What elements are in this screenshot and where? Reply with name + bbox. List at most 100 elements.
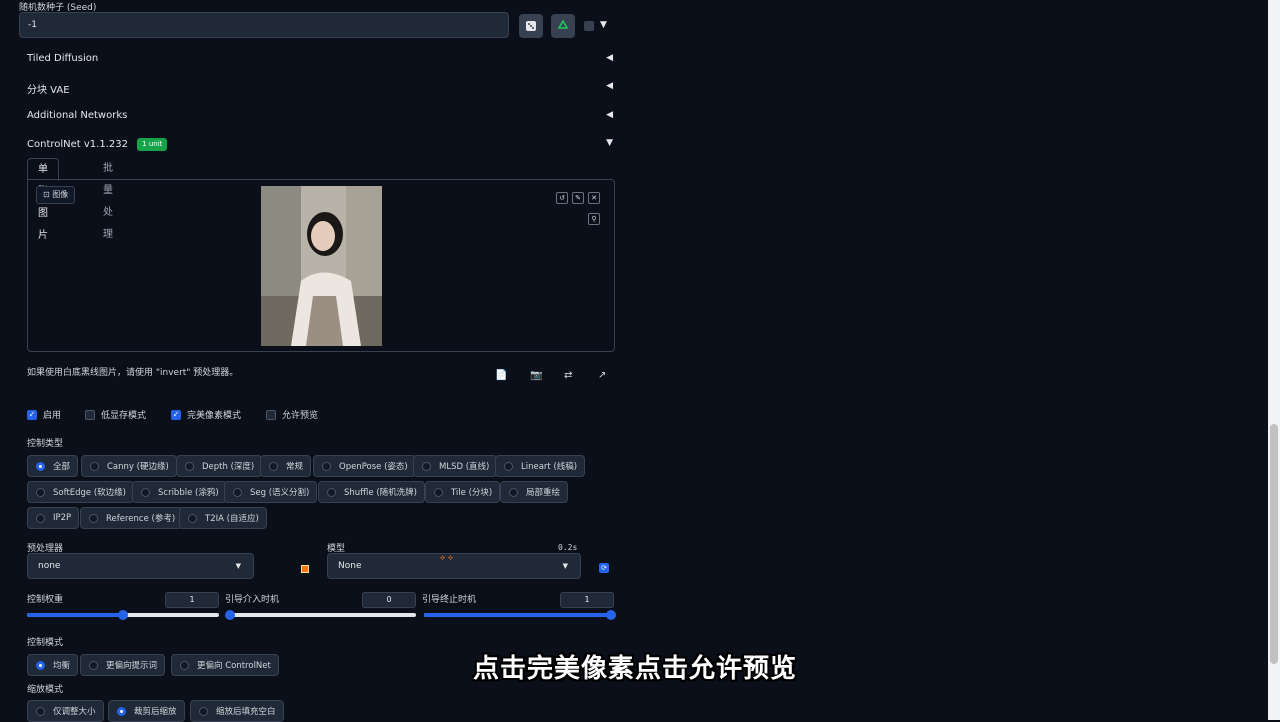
loading-icon: ⟡ ⟡ xyxy=(440,553,454,562)
resize-mode-label: 缩放模式 xyxy=(27,685,64,695)
resize-mode-resize-fill[interactable]: 缩放后填充空白 xyxy=(190,700,284,722)
guidance-start-input[interactable]: 0 xyxy=(362,592,416,608)
control-mode-prompt[interactable]: 更偏向提示词 xyxy=(80,654,166,676)
dice-icon xyxy=(526,21,536,31)
page-scrollbar[interactable] xyxy=(1268,0,1280,720)
recycle-icon xyxy=(557,19,569,29)
swap-icon[interactable]: ⇄ xyxy=(564,370,572,381)
slider-fill xyxy=(27,613,123,617)
control-mode-controlnet[interactable]: 更偏向 ControlNet xyxy=(171,654,279,676)
preprocessor-select[interactable]: none ▼ xyxy=(27,553,254,579)
image-upload-panel[interactable]: ⊡ 图像 ↺ ✎ ✕ ⚲ xyxy=(27,179,615,352)
control-type-seg[interactable]: Seg (语义分割) xyxy=(224,481,318,503)
slider-thumb[interactable] xyxy=(225,610,235,620)
seed-input[interactable]: -1 xyxy=(19,12,509,38)
radio-icon xyxy=(36,706,45,716)
checkbox-checked-icon: ✓ xyxy=(27,409,37,420)
resize-mode-crop-resize[interactable]: 裁剪后缩放 xyxy=(108,700,185,722)
control-type-lineart[interactable]: Lineart (线稿) xyxy=(495,455,586,477)
control-type-reference[interactable]: Reference (参考) xyxy=(80,507,184,529)
invert-hint: 如果使用白底黑线图片，请使用 "invert" 预处理器。 xyxy=(27,368,239,378)
slider-thumb[interactable] xyxy=(606,610,616,620)
run-preprocessor-icon[interactable] xyxy=(301,565,309,573)
accordion-controlnet[interactable]: ControlNet v1.1.232 1 unit ▼ xyxy=(27,138,615,158)
unit-count-badge: 1 unit xyxy=(137,138,168,151)
radio-selected-icon xyxy=(36,660,45,670)
slider-fill xyxy=(424,613,611,617)
camera-icon[interactable]: 📷 xyxy=(530,370,542,381)
radio-icon xyxy=(36,513,45,523)
extra-seed-toggle[interactable]: ▼ xyxy=(600,20,607,30)
send-dimensions-icon[interactable]: ↗ xyxy=(598,370,606,381)
radio-icon xyxy=(434,487,443,497)
control-type-scribble[interactable]: Scribble (涂鸦) xyxy=(132,481,227,503)
control-type-softedge[interactable]: SoftEdge (软边缘) xyxy=(27,481,134,503)
chevron-down-icon: ▼ xyxy=(235,562,241,570)
guidance-start-slider[interactable] xyxy=(225,610,416,620)
radio-icon xyxy=(89,513,98,523)
edit-icon[interactable]: ✎ xyxy=(572,192,584,204)
control-weight-input[interactable]: 1 xyxy=(165,592,219,608)
radio-icon xyxy=(269,461,278,471)
control-type-t2ia[interactable]: T2IA (自适应) xyxy=(179,507,267,529)
control-type-inpaint[interactable]: 局部重绘 xyxy=(500,481,569,503)
accordion-tiled-vae[interactable]: 分块 VAE ◀ xyxy=(27,81,615,101)
control-type-canny[interactable]: Canny (硬边缘) xyxy=(81,455,177,477)
refresh-models-icon[interactable]: ⟳ xyxy=(599,563,609,573)
accordion-tiled-diffusion[interactable]: Tiled Diffusion ◀ xyxy=(27,53,615,73)
controlnet-title: ControlNet v1.1.232 xyxy=(27,139,128,150)
radio-icon xyxy=(233,487,242,497)
accordion-label: Tiled Diffusion xyxy=(27,53,99,64)
radio-icon xyxy=(322,461,331,471)
guidance-end-label: 引导终止时机 xyxy=(422,595,477,605)
radio-icon xyxy=(327,487,336,497)
radio-icon xyxy=(509,487,518,497)
control-weight-slider[interactable] xyxy=(27,610,219,620)
resize-mode-just-resize[interactable]: 仅调整大小 xyxy=(27,700,104,722)
guidance-end-slider[interactable] xyxy=(424,610,616,620)
checkbox-checked-icon: ✓ xyxy=(171,409,181,420)
slider-thumb[interactable] xyxy=(118,610,128,620)
control-type-ip2p[interactable]: IP2P xyxy=(27,507,80,529)
accordion-label: Additional Networks xyxy=(27,110,128,121)
accordion-additional-networks[interactable]: Additional Networks ◀ xyxy=(27,110,615,130)
tab-batch[interactable]: 批量处理 xyxy=(93,158,123,240)
extra-seed-checkbox[interactable] xyxy=(584,21,594,31)
collapse-arrow-icon: ◀ xyxy=(606,110,613,120)
close-icon[interactable]: ✕ xyxy=(588,192,600,204)
control-type-mlsd[interactable]: MLSD (直线) xyxy=(413,455,498,477)
tab-single-image[interactable]: 单张图片 xyxy=(27,158,59,241)
low-vram-checkbox[interactable]: 低显存模式 xyxy=(85,408,146,421)
control-mode-balanced[interactable]: 均衡 xyxy=(27,654,79,676)
reuse-seed-button[interactable] xyxy=(551,14,575,38)
enable-checkbox[interactable]: ✓ 启用 xyxy=(27,408,61,421)
new-canvas-icon[interactable]: 📄 xyxy=(495,370,507,381)
control-type-depth[interactable]: Depth (深度) xyxy=(176,455,263,477)
control-type-all[interactable]: 全部 xyxy=(27,455,79,477)
collapse-arrow-icon: ◀ xyxy=(606,53,613,63)
radio-selected-icon xyxy=(36,461,45,471)
radio-selected-icon xyxy=(117,706,126,716)
radio-icon xyxy=(422,461,431,471)
control-mode-label: 控制模式 xyxy=(27,638,64,648)
radio-icon xyxy=(185,461,194,471)
allow-preview-checkbox[interactable]: 允许预览 xyxy=(266,408,318,421)
control-weight-label: 控制权重 xyxy=(27,595,64,605)
guidance-end-input[interactable]: 1 xyxy=(560,592,614,608)
pixel-perfect-checkbox[interactable]: ✓ 完美像素模式 xyxy=(171,408,241,421)
brush-icon[interactable]: ⚲ xyxy=(588,213,600,225)
timing-label: 0.2s xyxy=(558,543,578,552)
guidance-start-label: 引导介入时机 xyxy=(225,595,280,605)
image-icon: ⊡ xyxy=(43,190,53,199)
control-type-normal[interactable]: 常规 xyxy=(260,455,312,477)
control-type-shuffle[interactable]: Shuffle (随机洗牌) xyxy=(318,481,425,503)
control-type-tile[interactable]: Tile (分块) xyxy=(425,481,501,503)
scrollbar-thumb[interactable] xyxy=(1270,424,1278,664)
model-select[interactable]: None ▼ xyxy=(327,553,581,579)
radio-icon xyxy=(141,487,150,497)
radio-icon xyxy=(199,706,208,716)
undo-icon[interactable]: ↺ xyxy=(556,192,568,204)
control-type-openpose[interactable]: OpenPose (姿态) xyxy=(313,455,416,477)
radio-icon xyxy=(188,513,197,523)
random-seed-button[interactable] xyxy=(519,14,543,38)
